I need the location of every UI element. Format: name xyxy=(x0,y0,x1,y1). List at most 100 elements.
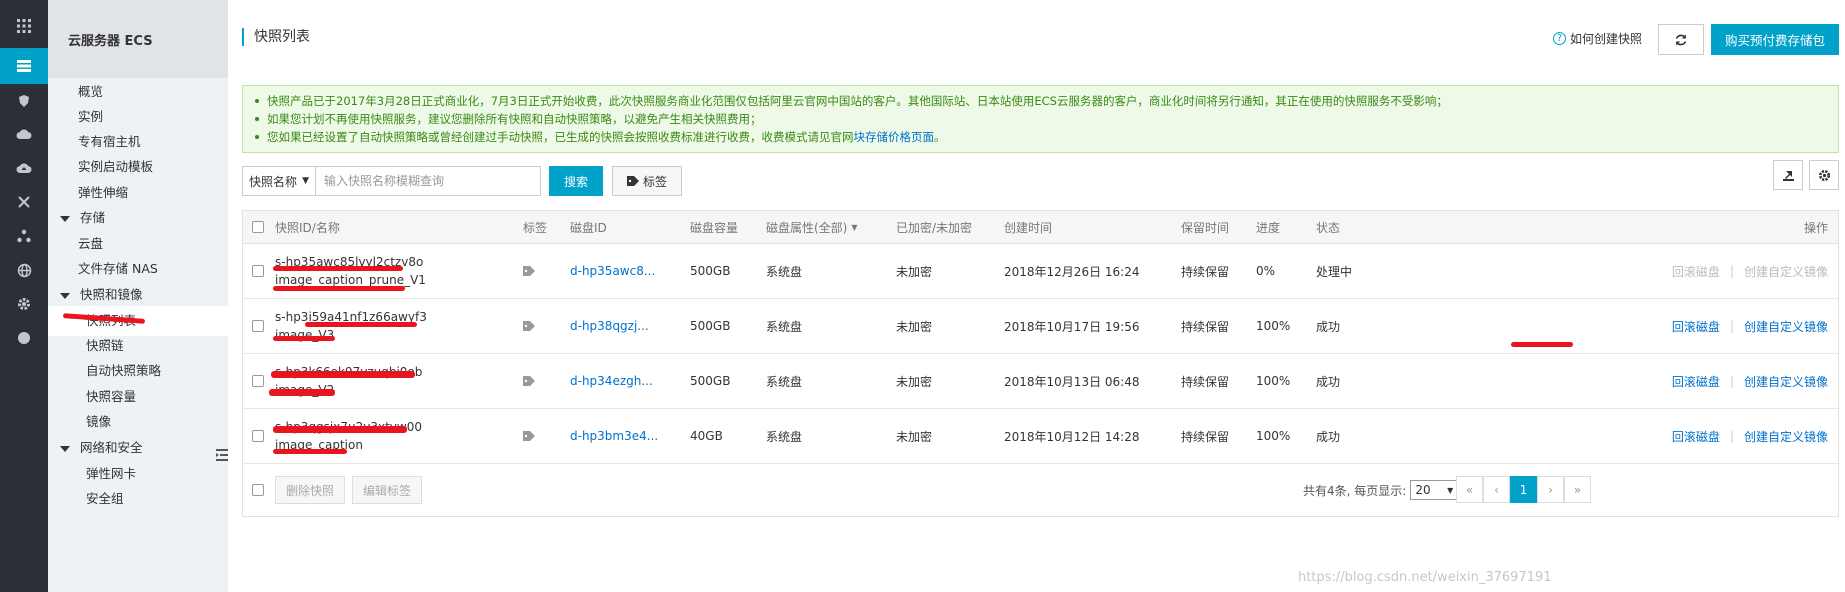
row-tag-icon[interactable] xyxy=(523,409,535,463)
disk-attr: 系统盘 xyxy=(766,374,803,389)
created-time: 2018年10月12日 14:28 xyxy=(1004,429,1140,444)
server-icon[interactable] xyxy=(0,48,48,84)
cloud-upload-icon[interactable] xyxy=(0,150,48,186)
rollback-disk-link[interactable]: 回滚磁盘 xyxy=(1672,318,1720,335)
col-encrypted: 已加密/未加密 xyxy=(896,220,973,235)
prev-page-button[interactable]: ‹ xyxy=(1483,476,1510,503)
product-rail xyxy=(0,0,48,592)
refresh-button[interactable] xyxy=(1658,24,1704,55)
gear-icon xyxy=(1818,169,1830,181)
search-button[interactable]: 搜索 xyxy=(549,166,603,196)
table-header: 快照ID/名称 标签 磁盘ID 磁盘容量 磁盘属性(全部) ▼ 已加密/未加密 创… xyxy=(243,211,1838,244)
redaction-mark xyxy=(305,322,417,327)
tag-filter-button[interactable]: 标签 xyxy=(612,166,682,196)
status-text: 成功 xyxy=(1316,429,1341,444)
grid-icon[interactable] xyxy=(0,8,48,44)
delete-snapshot-button[interactable]: 删除快照 xyxy=(275,476,345,504)
table-footer: 删除快照 编辑标签 共有4条, 每页显示: 20▼ 条 « ‹ 1 › » xyxy=(243,464,1838,516)
disk-attr: 系统盘 xyxy=(766,429,803,444)
globe-icon[interactable] xyxy=(0,252,48,288)
settings-button[interactable] xyxy=(1809,160,1839,190)
disk-id-link[interactable]: d-hp35awc8... xyxy=(570,244,655,298)
rollback-disk-link[interactable]: 回滚磁盘 xyxy=(1672,373,1720,390)
table-row: s-hp3qgsjx7u2v3xtvw00 image_caption d-hp… xyxy=(243,409,1838,464)
table-row: s-hp35awc85lvyl2ctzv8o image_caption_pru… xyxy=(243,244,1838,299)
col-actions: 操作 xyxy=(1803,220,1828,235)
sidebar-item-security-groups[interactable]: 安全组 xyxy=(48,484,228,514)
cloud-icon[interactable] xyxy=(0,116,48,152)
help-icon: ? xyxy=(1553,32,1566,45)
created-time: 2018年10月13日 06:48 xyxy=(1004,374,1140,389)
create-image-link[interactable]: 创建自定义镜像 xyxy=(1744,318,1828,335)
disk-capacity: 40GB xyxy=(690,429,723,443)
cluster-icon[interactable] xyxy=(0,218,48,254)
chevron-down-icon: ▼ xyxy=(1447,485,1454,495)
circle-icon[interactable] xyxy=(0,320,48,356)
watermark: https://blog.csdn.net/weixin_37697191 xyxy=(1298,570,1552,585)
buy-storage-package-button[interactable]: 购买预付费存储包 xyxy=(1711,24,1839,55)
caret-down-icon xyxy=(60,445,70,452)
rollback-disk-link[interactable]: 回滚磁盘 xyxy=(1672,428,1720,445)
network-icon[interactable] xyxy=(0,184,48,220)
search-input[interactable] xyxy=(316,166,541,196)
table-row: s-hp3i59a41nf1z66awyf3 image_V3 d-hp38qg… xyxy=(243,299,1838,354)
next-page-button[interactable]: › xyxy=(1537,476,1564,503)
pagination-summary: 共有4条, 每页显示: 20▼ 条 xyxy=(1303,464,1474,516)
filter-bar: 快照名称 ▼ 搜索 标签 xyxy=(242,166,682,196)
snapshot-table: 快照ID/名称 标签 磁盘ID 磁盘容量 磁盘属性(全部) ▼ 已加密/未加密 创… xyxy=(242,210,1839,517)
disk-id-link[interactable]: d-hp34ezgh... xyxy=(570,354,653,408)
sidebar-title: 云服务器 ECS xyxy=(48,0,228,78)
export-icon xyxy=(1782,170,1794,181)
redaction-mark xyxy=(271,371,415,378)
row-checkbox[interactable] xyxy=(252,320,264,332)
first-page-button[interactable]: « xyxy=(1456,476,1483,503)
row-tag-icon[interactable] xyxy=(523,244,535,298)
retention: 持续保留 xyxy=(1181,374,1230,389)
chevron-down-icon: ▼ xyxy=(302,176,309,186)
redaction-mark xyxy=(269,389,335,396)
disk-id-link[interactable]: d-hp3bm3e4... xyxy=(570,409,658,463)
disk-capacity: 500GB xyxy=(690,264,731,278)
row-checkbox[interactable] xyxy=(252,265,264,277)
col-created: 创建时间 xyxy=(1004,220,1053,235)
progress: 0% xyxy=(1256,264,1276,278)
row-tag-icon[interactable] xyxy=(523,299,535,353)
row-checkbox[interactable] xyxy=(252,430,264,442)
row-tag-icon[interactable] xyxy=(523,354,535,408)
edit-tags-button[interactable]: 编辑标签 xyxy=(352,476,422,504)
retention: 持续保留 xyxy=(1181,264,1230,279)
redaction-mark xyxy=(273,266,403,271)
redaction-mark xyxy=(273,286,405,291)
settings-icon[interactable] xyxy=(0,286,48,322)
select-all-footer-checkbox[interactable] xyxy=(252,484,264,496)
progress: 100% xyxy=(1256,319,1291,333)
row-checkbox[interactable] xyxy=(252,375,264,387)
create-image-link[interactable]: 创建自定义镜像 xyxy=(1744,428,1828,445)
tag-icon xyxy=(523,431,535,441)
page-1-button[interactable]: 1 xyxy=(1510,476,1537,503)
filter-field-select[interactable]: 快照名称 ▼ xyxy=(242,166,316,196)
rollback-disk-link: 回滚磁盘 xyxy=(1671,264,1720,279)
disk-id-link[interactable]: d-hp38qgzj... xyxy=(570,299,649,353)
last-page-button[interactable]: » xyxy=(1564,476,1591,503)
create-image-link: 创建自定义镜像 xyxy=(1743,264,1828,279)
create-image-link[interactable]: 创建自定义镜像 xyxy=(1744,373,1828,390)
shield-icon[interactable] xyxy=(0,83,48,119)
retention: 持续保留 xyxy=(1181,319,1230,334)
disk-attr: 系统盘 xyxy=(766,264,803,279)
page-size-select[interactable]: 20 ▼ xyxy=(1410,480,1459,500)
main-content: 快照列表 ? 如何创建快照 购买预付费存储包 快照产品已于2017年3月28日正… xyxy=(228,0,1845,592)
retention: 持续保留 xyxy=(1181,429,1230,444)
status-text: 成功 xyxy=(1316,319,1341,334)
redaction-mark xyxy=(273,426,407,433)
col-disk-attr[interactable]: 磁盘属性(全部) ▼ xyxy=(766,211,858,243)
select-all-checkbox[interactable] xyxy=(252,221,264,233)
help-link[interactable]: ? 如何创建快照 xyxy=(1553,30,1642,47)
col-capacity: 磁盘容量 xyxy=(690,220,739,235)
encryption-state: 未加密 xyxy=(896,429,933,444)
redaction-mark xyxy=(273,336,335,341)
col-id-name: 快照ID/名称 xyxy=(275,220,340,235)
col-retention: 保留时间 xyxy=(1181,220,1230,235)
export-button[interactable] xyxy=(1773,160,1803,190)
price-page-link[interactable]: 块存储价格页面 xyxy=(854,130,935,144)
